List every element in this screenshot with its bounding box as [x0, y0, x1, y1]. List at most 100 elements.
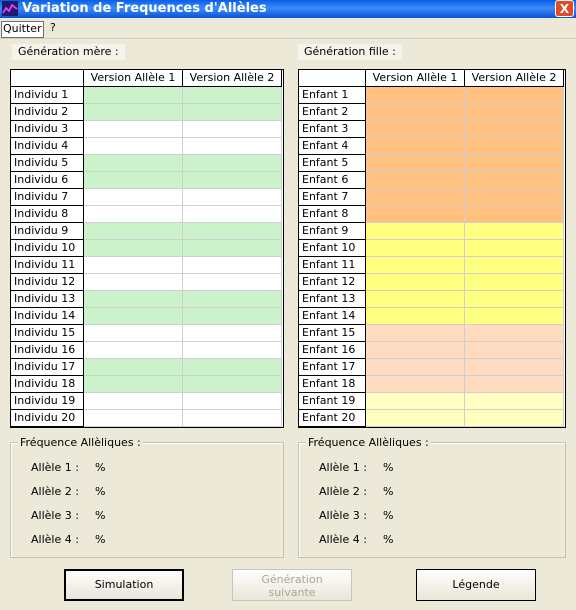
- allele-cell[interactable]: [366, 87, 465, 104]
- allele-cell[interactable]: [84, 291, 183, 308]
- table-row: Enfant 4: [299, 138, 564, 155]
- allele-percent: %: [95, 461, 106, 474]
- allele-cell[interactable]: [84, 172, 183, 189]
- row-label: Individu 4: [11, 138, 84, 155]
- allele-cell[interactable]: [183, 308, 282, 325]
- allele-cell[interactable]: [465, 104, 564, 121]
- allele-cell[interactable]: [183, 325, 282, 342]
- allele-cell[interactable]: [84, 342, 183, 359]
- allele-cell[interactable]: [84, 104, 183, 121]
- allele-percent: %: [383, 509, 394, 522]
- allele-cell[interactable]: [465, 138, 564, 155]
- allele-cell[interactable]: [366, 104, 465, 121]
- allele-cell[interactable]: [366, 138, 465, 155]
- allele-cell[interactable]: [465, 359, 564, 376]
- allele-cell[interactable]: [366, 325, 465, 342]
- allele-cell[interactable]: [465, 223, 564, 240]
- allele-cell[interactable]: [366, 359, 465, 376]
- grid-header-row: Version Allèle 1 Version Allèle 2: [299, 70, 564, 87]
- grid-corner-cell: [11, 70, 84, 87]
- allele-cell[interactable]: [366, 308, 465, 325]
- allele-cell[interactable]: [465, 121, 564, 138]
- allele-cell[interactable]: [366, 291, 465, 308]
- allele-cell[interactable]: [183, 240, 282, 257]
- allele-cell[interactable]: [465, 291, 564, 308]
- allele-cell[interactable]: [465, 393, 564, 410]
- simulation-button[interactable]: Simulation: [64, 569, 184, 601]
- allele-cell[interactable]: [183, 223, 282, 240]
- allele-cell[interactable]: [366, 240, 465, 257]
- allele-cell[interactable]: [183, 138, 282, 155]
- allele-cell[interactable]: [366, 121, 465, 138]
- allele-cell[interactable]: [84, 257, 183, 274]
- allele-cell[interactable]: [84, 325, 183, 342]
- allele-cell[interactable]: [84, 410, 183, 427]
- allele-cell[interactable]: [183, 104, 282, 121]
- allele-cell[interactable]: [84, 274, 183, 291]
- allele-cell[interactable]: [465, 172, 564, 189]
- allele-cell[interactable]: [183, 359, 282, 376]
- allele-cell[interactable]: [183, 410, 282, 427]
- next-generation-button[interactable]: Génération suivante: [232, 569, 352, 601]
- allele-cell[interactable]: [84, 138, 183, 155]
- allele-cell[interactable]: [366, 376, 465, 393]
- allele-cell[interactable]: [366, 274, 465, 291]
- allele-cell[interactable]: [366, 189, 465, 206]
- allele-cell[interactable]: [84, 206, 183, 223]
- allele-cell[interactable]: [84, 223, 183, 240]
- allele-label: Allèle 1 :: [319, 461, 367, 474]
- allele-cell[interactable]: [84, 87, 183, 104]
- allele-cell[interactable]: [465, 410, 564, 427]
- allele-cell[interactable]: [183, 172, 282, 189]
- table-row: Enfant 19: [299, 393, 564, 410]
- allele-cell[interactable]: [84, 393, 183, 410]
- allele-cell[interactable]: [84, 155, 183, 172]
- allele-cell[interactable]: [84, 308, 183, 325]
- allele-cell[interactable]: [183, 87, 282, 104]
- allele-cell[interactable]: [84, 376, 183, 393]
- allele-cell[interactable]: [465, 274, 564, 291]
- allele-cell[interactable]: [366, 155, 465, 172]
- row-label: Individu 7: [11, 189, 84, 206]
- allele-cell[interactable]: [465, 325, 564, 342]
- allele-cell[interactable]: [366, 172, 465, 189]
- allele-cell[interactable]: [465, 240, 564, 257]
- allele-cell[interactable]: [84, 240, 183, 257]
- allele-cell[interactable]: [84, 121, 183, 138]
- allele-cell[interactable]: [465, 257, 564, 274]
- allele-cell[interactable]: [84, 189, 183, 206]
- menu-item-quit[interactable]: Quitter: [1, 21, 44, 38]
- allele-cell[interactable]: [183, 189, 282, 206]
- daughter-frequency-box: Fréquence Allèliques : Allèle 1 : % Allè…: [298, 436, 566, 558]
- allele-cell[interactable]: [366, 342, 465, 359]
- close-button[interactable]: X: [555, 0, 574, 17]
- allele-cell[interactable]: [183, 257, 282, 274]
- allele-cell[interactable]: [183, 274, 282, 291]
- allele-cell[interactable]: [465, 87, 564, 104]
- allele-cell[interactable]: [465, 342, 564, 359]
- allele-cell[interactable]: [465, 376, 564, 393]
- allele-cell[interactable]: [366, 257, 465, 274]
- table-row: Enfant 8: [299, 206, 564, 223]
- allele-cell[interactable]: [366, 206, 465, 223]
- allele-cell[interactable]: [366, 393, 465, 410]
- allele-cell[interactable]: [84, 359, 183, 376]
- menu-item-help[interactable]: ?: [50, 21, 56, 35]
- allele-cell[interactable]: [183, 206, 282, 223]
- allele-cell[interactable]: [183, 376, 282, 393]
- allele-cell[interactable]: [465, 308, 564, 325]
- row-label: Individu 19: [11, 393, 84, 410]
- allele-cell[interactable]: [465, 189, 564, 206]
- allele-cell[interactable]: [183, 291, 282, 308]
- allele-cell[interactable]: [183, 155, 282, 172]
- allele-cell[interactable]: [366, 223, 465, 240]
- allele-cell[interactable]: [465, 206, 564, 223]
- allele-cell[interactable]: [465, 155, 564, 172]
- legend-button[interactable]: Légende: [416, 569, 536, 601]
- allele-cell[interactable]: [366, 410, 465, 427]
- allele-cell[interactable]: [183, 342, 282, 359]
- allele-cell[interactable]: [183, 121, 282, 138]
- allele-cell[interactable]: [183, 393, 282, 410]
- row-label: Individu 6: [11, 172, 84, 189]
- allele-label: Allèle 3 :: [31, 509, 79, 522]
